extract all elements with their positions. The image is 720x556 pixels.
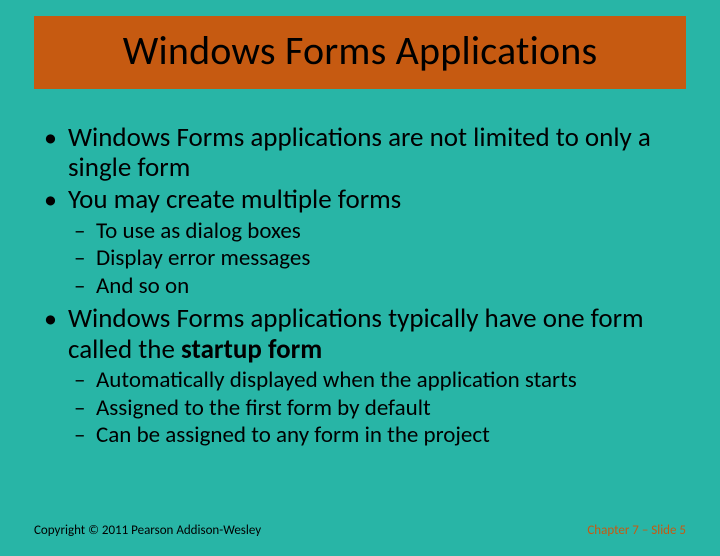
bullet-item: You may create multiple forms To use as … [38, 185, 682, 300]
title-bar: Windows Forms Applications [34, 16, 686, 89]
sub-bullet-item: To use as dialog boxes [68, 218, 682, 246]
slide-title: Windows Forms Applications [54, 26, 666, 75]
copyright-text: Copyright © 2011 Pearson Addison-Wesley [34, 523, 261, 538]
slide-body: Windows Forms applications are not limit… [38, 123, 682, 450]
bullet-text: You may create multiple forms [68, 183, 401, 216]
sub-bullet-item: Assigned to the first form by default [68, 395, 682, 423]
sub-bullet-item: Display error messages [68, 245, 682, 273]
sub-bullet-item: Can be assigned to any form in the proje… [68, 422, 682, 450]
sub-bullet-item: Automatically displayed when the applica… [68, 367, 682, 395]
sub-bullet-item: And so on [68, 273, 682, 301]
slide-footer: Copyright © 2011 Pearson Addison-Wesley … [34, 523, 686, 538]
bullet-item: Windows Forms applications typically hav… [38, 304, 682, 449]
slide-number: Chapter 7 – Slide 5 [587, 523, 686, 538]
bullet-item: Windows Forms applications are not limit… [38, 123, 682, 183]
bullet-text-bold: startup form [181, 333, 322, 366]
bullet-text-pre: Windows Forms applications typically hav… [68, 302, 644, 365]
